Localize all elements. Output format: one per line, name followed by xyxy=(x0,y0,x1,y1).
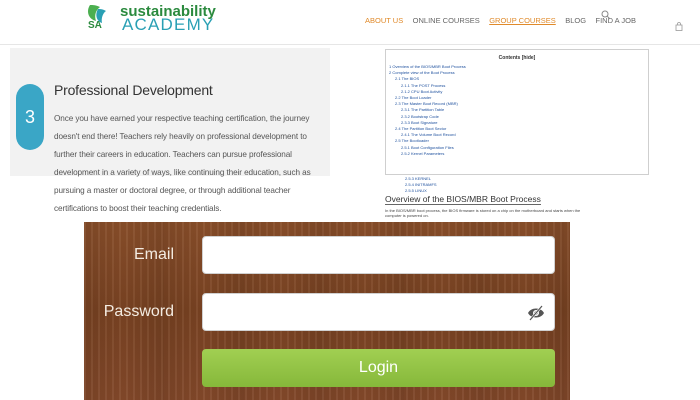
email-field[interactable] xyxy=(203,237,554,273)
step-badge: 3 xyxy=(16,84,44,150)
overview-heading: Overview of the BIOS/MBR Boot Process xyxy=(385,194,541,205)
pd-body: Once you have earned your respective tea… xyxy=(54,114,311,213)
password-field[interactable] xyxy=(203,294,554,330)
cart-icon[interactable] xyxy=(675,22,683,31)
nav-online-courses[interactable]: ONLINE COURSES xyxy=(413,16,480,25)
site-logo[interactable]: SA sustainability ACADEMY xyxy=(84,1,234,34)
search-icon[interactable] xyxy=(601,10,611,20)
table-of-contents: Contents [hide] 1 Overview of the BIOS/M… xyxy=(385,49,649,175)
toc-item[interactable]: 2.5.2 Kernel Parameters xyxy=(389,151,648,157)
password-label: Password xyxy=(103,303,174,320)
main-nav: ABOUT US ONLINE COURSES GROUP COURSES BL… xyxy=(365,10,641,25)
pd-title: Professional Development xyxy=(54,82,213,98)
logo-line2: ACADEMY xyxy=(122,15,215,34)
overview-text: In the BIOS/MBR boot process, the BIOS f… xyxy=(385,208,581,218)
logo-leaf-icon: SA xyxy=(88,5,106,31)
logo-mark-text: SA xyxy=(88,20,102,31)
toc-list: 1 Overview of the BIOS/MBR Boot Process … xyxy=(389,64,648,157)
nav-group-courses[interactable]: GROUP COURSES xyxy=(489,16,556,25)
site-header: SA sustainability ACADEMY ABOUT US ONLIN… xyxy=(0,0,700,45)
email-label: Email xyxy=(133,246,174,263)
password-field-wrapper xyxy=(202,293,555,331)
toc-title[interactable]: Contents [hide] xyxy=(386,55,648,61)
login-button[interactable]: Login xyxy=(202,349,555,387)
toc-overflow-items: 2.5.3 KERNEL 2.5.4 INITRAMFS 2.5.5 LINUX xyxy=(405,176,465,194)
show-password-eye-icon[interactable] xyxy=(526,303,546,323)
nav-blog[interactable]: BLOG xyxy=(565,16,586,25)
email-field-wrapper xyxy=(202,236,555,274)
login-panel: Email Password Login xyxy=(84,222,570,400)
nav-about-us[interactable]: ABOUT US xyxy=(365,16,403,25)
